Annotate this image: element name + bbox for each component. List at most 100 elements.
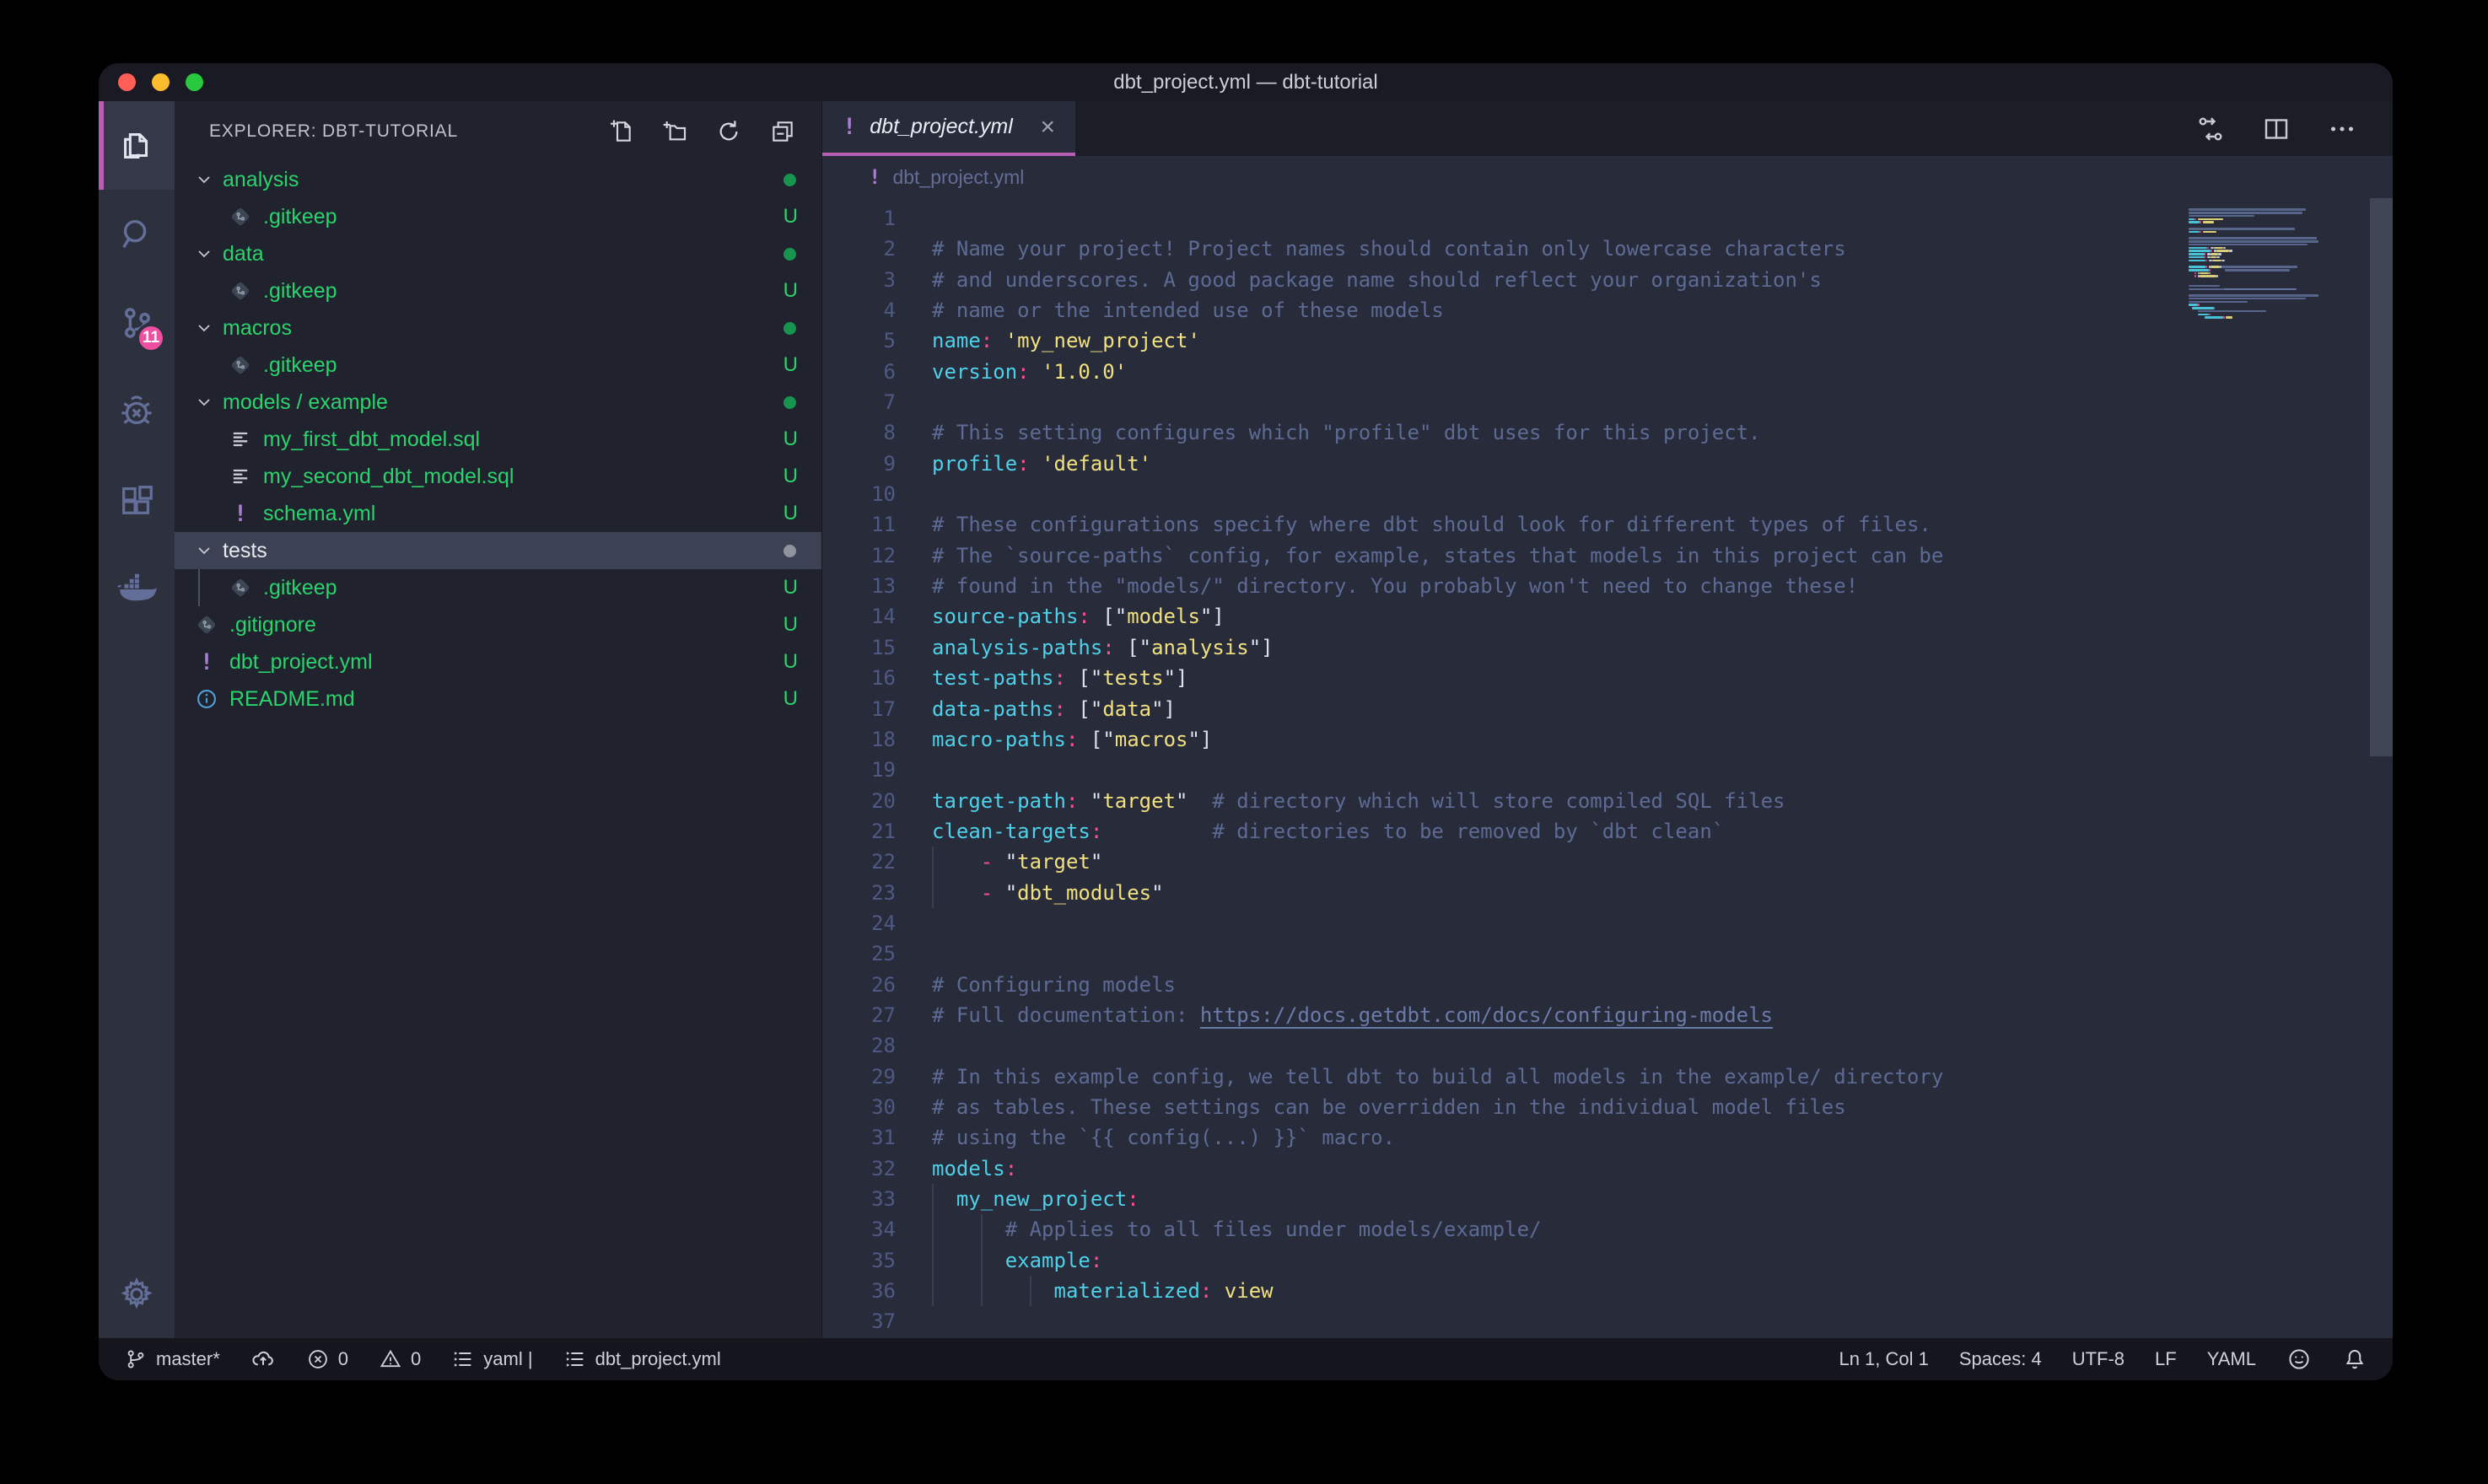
tree-indent-guide — [198, 569, 200, 606]
collapse-folders-button[interactable] — [769, 118, 796, 145]
code-line-30: 30# as tables. These settings can be ove… — [822, 1092, 2393, 1122]
scm-pending-badge: 11 — [136, 323, 166, 353]
git-icon — [228, 205, 253, 229]
refresh-button[interactable] — [715, 118, 742, 145]
yaml-file-icon: ! — [194, 649, 219, 675]
status-warning-triangle[interactable]: 0 — [379, 1347, 421, 1371]
status-label: LF — [2155, 1348, 2177, 1370]
status-cloud-upload[interactable] — [250, 1347, 276, 1372]
status-bar: master* 0 0 yaml | dbt_project.yml Ln 1, Col… — [99, 1338, 2393, 1380]
tree-item-label: my_second_dbt_model.sql — [263, 465, 821, 489]
activity-settings-button[interactable] — [99, 1250, 175, 1338]
tree-folder-data[interactable]: data — [175, 235, 821, 272]
status-list-tree[interactable]: yaml | — [451, 1347, 532, 1371]
split-editor-icon[interactable] — [2261, 114, 2291, 144]
code-line-31: 31# using the `{{ config(...) }}` macro. — [822, 1122, 2393, 1153]
code-line-1: 1 — [822, 203, 2393, 234]
git-untracked-badge: U — [784, 613, 798, 637]
tree-file-readme-md[interactable]: README.mdU — [175, 680, 821, 718]
status-list-tree[interactable]: dbt_project.yml — [563, 1347, 721, 1371]
tree-file--gitkeep[interactable]: .gitkeepU — [175, 347, 821, 384]
activity-explorer-button[interactable] — [99, 101, 175, 190]
close-tab-icon[interactable]: × — [1040, 115, 1055, 140]
close-window-button[interactable] — [118, 73, 136, 91]
status-yaml[interactable]: YAML — [2207, 1348, 2256, 1370]
status-lf[interactable]: LF — [2155, 1348, 2177, 1370]
status-spaces-4[interactable]: Spaces: 4 — [1959, 1348, 2042, 1370]
tree-item-label: .gitkeep — [263, 576, 821, 600]
tree-file--gitignore[interactable]: .gitignoreU — [175, 606, 821, 643]
code-line-19: 19 — [822, 755, 2393, 785]
code-line-27: 27# Full documentation: https://docs.get… — [822, 1000, 2393, 1030]
code-line-4: 4# name or the intended use of these mod… — [822, 295, 2393, 325]
status-smiley[interactable] — [2286, 1347, 2312, 1372]
activity-search-button[interactable] — [99, 190, 175, 278]
status-git-branch[interactable]: master* — [124, 1347, 220, 1371]
breadcrumb[interactable]: ! dbt_project.yml — [822, 156, 2393, 198]
tree-file-my-second-dbt-model-sql[interactable]: my_second_dbt_model.sqlU — [175, 458, 821, 495]
code-line-2: 2# Name your project! Project names shou… — [822, 234, 2393, 264]
open-changes-icon[interactable] — [2195, 114, 2226, 144]
minimize-window-button[interactable] — [152, 73, 170, 91]
tree-item-label: .gitkeep — [263, 205, 821, 229]
line-number: 22 — [822, 847, 896, 877]
code-line-14: 14source-paths: ["models"] — [822, 601, 2393, 632]
tree-file-schema-yml[interactable]: !schema.ymlU — [175, 495, 821, 532]
status-label: yaml | — [483, 1348, 532, 1370]
tab-label: dbt_project.yml — [870, 115, 1026, 139]
activity-run-debug-button[interactable] — [99, 367, 175, 455]
line-number: 9 — [822, 449, 896, 479]
search-icon — [117, 215, 156, 254]
activity-source-control-button[interactable]: 11 — [99, 278, 175, 367]
new-folder-button[interactable] — [661, 118, 688, 145]
tree-folder-macros[interactable]: macros — [175, 309, 821, 347]
status-ln-1-col-1[interactable]: Ln 1, Col 1 — [1839, 1348, 1928, 1370]
tree-item-label: schema.yml — [263, 502, 821, 526]
tree-folder-analysis[interactable]: analysis — [175, 161, 821, 198]
git-status-dot-badge — [784, 248, 796, 261]
code-line-11: 11# These configurations specify where d… — [822, 509, 2393, 540]
line-number: 37 — [822, 1306, 896, 1336]
git-icon — [228, 353, 253, 377]
line-number: 35 — [822, 1245, 896, 1276]
editor-group: ! dbt_project.yml × — [822, 101, 2393, 1338]
line-number: 31 — [822, 1122, 896, 1153]
status-label: YAML — [2207, 1348, 2256, 1370]
new-file-button[interactable] — [607, 118, 634, 145]
status-utf-8[interactable]: UTF-8 — [2072, 1348, 2124, 1370]
activity-extensions-button[interactable] — [99, 455, 175, 544]
code-editor[interactable]: 12# Name your project! Project names sho… — [822, 198, 2393, 1338]
tree-file--gitkeep[interactable]: .gitkeepU — [175, 198, 821, 235]
editor-scrollbar[interactable] — [2370, 198, 2393, 756]
tree-file-my-first-dbt-model-sql[interactable]: my_first_dbt_model.sqlU — [175, 421, 821, 458]
indent-guide — [981, 1245, 983, 1276]
tree-folder-models-example[interactable]: models / example — [175, 384, 821, 421]
maximize-window-button[interactable] — [186, 73, 203, 91]
status-error-circle[interactable]: 0 — [306, 1347, 348, 1371]
chevron-down-icon — [194, 540, 214, 561]
chevron-down-icon — [194, 244, 214, 264]
tree-item-label: .gitignore — [229, 613, 821, 637]
code-line-22: 22 - "target" — [822, 847, 2393, 877]
more-actions-icon[interactable] — [2327, 114, 2357, 144]
tree-file-dbt-project-yml[interactable]: !dbt_project.ymlU — [175, 643, 821, 680]
status-bell[interactable] — [2342, 1347, 2367, 1372]
chevron-down-icon — [194, 318, 214, 338]
code-line-3: 3# and underscores. A good package name … — [822, 265, 2393, 295]
code-line-35: 35 example: — [822, 1245, 2393, 1276]
tree-file--gitkeep[interactable]: .gitkeepU — [175, 569, 821, 606]
bell-icon — [2342, 1347, 2367, 1372]
vscode-window: dbt_project.yml — dbt-tutorial — [99, 63, 2393, 1380]
activity-docker-button[interactable] — [99, 544, 175, 632]
code-line-5: 5name: 'my_new_project' — [822, 325, 2393, 356]
line-number: 14 — [822, 601, 896, 632]
code-line-21: 21clean-targets: # directories to be rem… — [822, 816, 2393, 847]
tree-folder-tests[interactable]: tests — [175, 532, 821, 569]
tree-file--gitkeep[interactable]: .gitkeepU — [175, 272, 821, 309]
tree-item-label: my_first_dbt_model.sql — [263, 427, 821, 452]
tab-dbt-project-yml[interactable]: ! dbt_project.yml × — [822, 101, 1075, 156]
git-untracked-badge: U — [784, 427, 798, 451]
minimap[interactable] — [2189, 205, 2370, 322]
yaml-file-icon: ! — [843, 114, 856, 140]
line-number: 6 — [822, 357, 896, 387]
